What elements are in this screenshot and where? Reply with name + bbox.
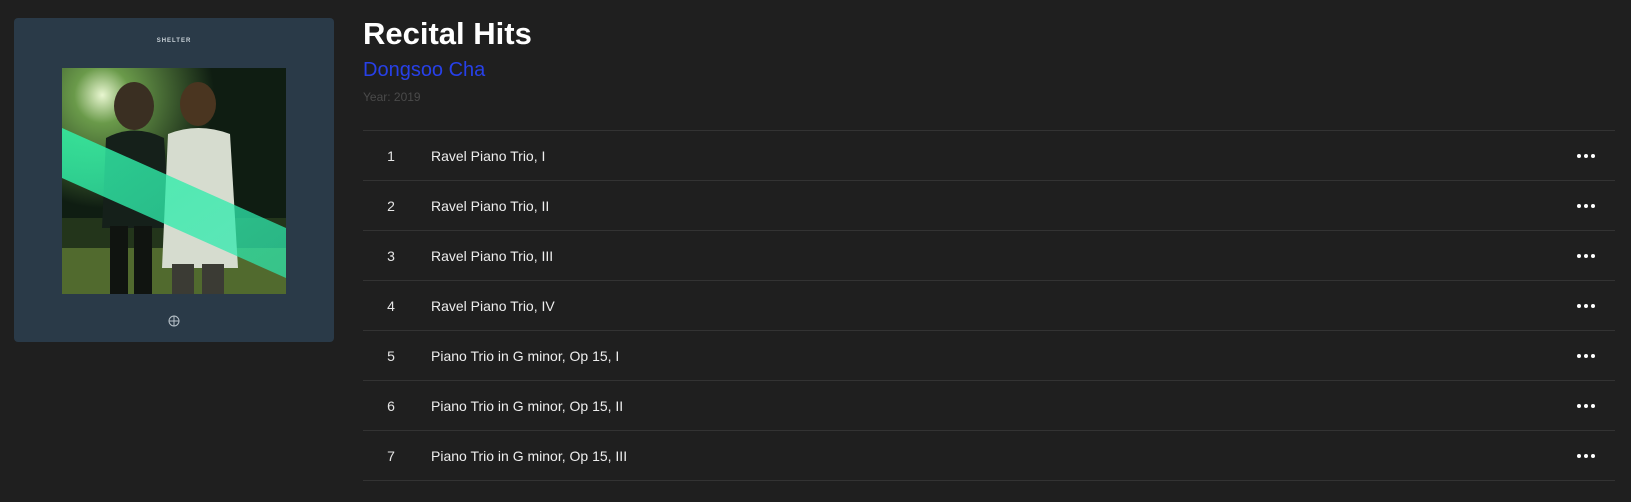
track-number: 7 xyxy=(387,447,395,464)
track-title: Ravel Piano Trio, I xyxy=(431,147,546,164)
more-icon[interactable] xyxy=(1577,200,1595,212)
more-icon[interactable] xyxy=(1577,400,1595,412)
track-title: Ravel Piano Trio, II xyxy=(431,197,550,214)
more-icon[interactable] xyxy=(1577,450,1595,462)
track-title: Piano Trio in G minor, Op 15, III xyxy=(431,447,628,464)
more-icon[interactable] xyxy=(1577,150,1595,162)
track-number: 4 xyxy=(387,297,395,314)
more-icon[interactable] xyxy=(1577,250,1595,262)
cover-emblem-icon xyxy=(168,315,180,327)
album-cover: SHELTER xyxy=(14,18,334,342)
cover-label: SHELTER xyxy=(156,38,192,44)
track-title: Ravel Piano Trio, III xyxy=(431,247,554,264)
track-number: 1 xyxy=(387,147,395,164)
more-icon[interactable] xyxy=(1577,300,1595,312)
album-year: Year: 2019 xyxy=(363,90,421,104)
track-row[interactable]: 4 Ravel Piano Trio, IV xyxy=(363,281,1615,331)
track-title: Piano Trio in G minor, Op 15, II xyxy=(431,397,624,414)
track-row[interactable]: 3 Ravel Piano Trio, III xyxy=(363,231,1615,281)
album-info: Recital Hits Dongsoo Cha Year: 2019 xyxy=(363,14,532,104)
track-row[interactable]: 6 Piano Trio in G minor, Op 15, II xyxy=(363,381,1615,431)
track-row[interactable]: 2 Ravel Piano Trio, II xyxy=(363,181,1615,231)
track-row[interactable]: 1 Ravel Piano Trio, I xyxy=(363,131,1615,181)
track-row[interactable]: 5 Piano Trio in G minor, Op 15, I xyxy=(363,331,1615,381)
track-number: 6 xyxy=(387,397,395,414)
track-number: 2 xyxy=(387,197,395,214)
track-number: 3 xyxy=(387,247,395,264)
cover-photo xyxy=(62,68,286,294)
artist-link[interactable]: Dongsoo Cha xyxy=(363,57,532,83)
more-icon[interactable] xyxy=(1577,350,1595,362)
track-number: 5 xyxy=(387,347,395,364)
track-row[interactable]: 7 Piano Trio in G minor, Op 15, III xyxy=(363,431,1615,481)
album-page: SHELTER Recital Hits Dongsoo Cha Year: 2… xyxy=(0,0,1631,502)
track-list: 1 Ravel Piano Trio, I 2 Ravel Piano Trio… xyxy=(363,130,1615,481)
track-title: Piano Trio in G minor, Op 15, I xyxy=(431,347,620,364)
track-title: Ravel Piano Trio, IV xyxy=(431,297,555,314)
album-title: Recital Hits xyxy=(363,16,532,51)
